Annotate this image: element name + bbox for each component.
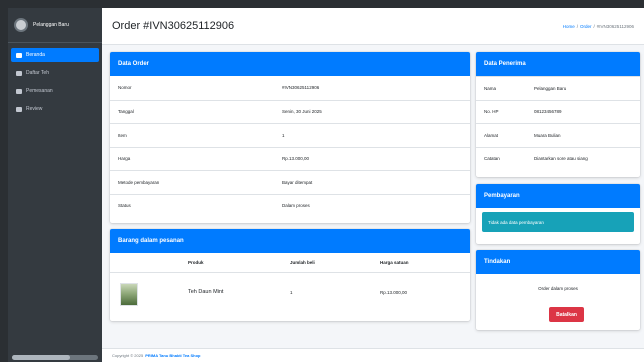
sidebar-item-beranda[interactable]: Beranda	[11, 48, 99, 62]
sidebar-scrollbar[interactable]	[12, 355, 98, 360]
page-header: Order #IVN30625112906 Home / Order / #IVN306…	[102, 8, 644, 45]
cart-icon	[16, 88, 22, 94]
order-items-header: Barang dalam pesanan	[110, 229, 470, 253]
row-value: Diantarkan sore atau siang	[534, 156, 588, 162]
table-row: Metode pembayaran Bayar ditempat	[110, 170, 470, 194]
user-avatar	[14, 18, 28, 32]
cancel-order-button[interactable]: Batalkan	[549, 307, 584, 322]
sidebar-item-label: Pemesanan	[26, 88, 53, 94]
star-icon	[16, 106, 22, 112]
row-value: 1	[282, 132, 285, 138]
table-row: Status Dalam proses	[110, 193, 470, 218]
sidebar-item-review[interactable]: Review	[11, 102, 99, 116]
table-row: Catatan Diantarkan sore atau siang	[476, 146, 640, 171]
table-row: Nomor #IVN30625112906	[110, 76, 470, 100]
row-value: #IVN30625112906	[282, 85, 320, 91]
page-title: Order #IVN30625112906	[112, 20, 235, 32]
order-table: Nomor #IVN30625112906 Tanggal Senin, 30 …	[110, 76, 470, 217]
payment-card-header: Pembayaran	[476, 184, 640, 208]
order-card: Data Order Nomor #IVN30625112906 Tanggal…	[110, 52, 470, 223]
row-value: Rp.13.000,00	[282, 156, 310, 162]
actions-card-header: Tindakan	[476, 250, 640, 274]
breadcrumb-separator: /	[593, 23, 595, 29]
user-name: Pelanggan Baru	[33, 22, 69, 28]
recipient-card: Data Penerima Nama Pelanggan Baru No. HP…	[476, 52, 640, 177]
home-icon	[16, 52, 22, 58]
row-label: Nama	[484, 85, 497, 91]
column-header-product: Produk	[188, 260, 204, 265]
product-qty: 1	[290, 290, 293, 295]
breadcrumb-order[interactable]: Order	[580, 24, 592, 29]
table-row: Tanggal Senin, 30 Juni 2025	[110, 99, 470, 124]
row-label: Alamat	[484, 132, 499, 138]
order-card-header: Data Order	[110, 52, 470, 76]
row-label: Nomor	[118, 85, 132, 91]
breadcrumb-current: #IVN30625112906	[596, 23, 634, 29]
column-header-qty: Jumlah beli	[290, 260, 315, 265]
copyright-text: Copyright © 2025	[112, 353, 144, 358]
breadcrumb-home[interactable]: Home	[563, 24, 575, 29]
row-value: 08123456789	[534, 109, 562, 115]
row-label: Status	[118, 203, 131, 209]
footer-link[interactable]: PRIMA Tanu Bhakti Tea Shop	[145, 353, 200, 358]
table-row: Item 1	[110, 123, 470, 147]
breadcrumb: Home / Order / #IVN30625112906	[563, 24, 634, 29]
row-label: Harga	[118, 156, 131, 162]
actions-card: Tindakan Order dalam proses Batalkan	[476, 250, 640, 330]
recipient-card-header: Data Penerima	[476, 52, 640, 76]
sidebar-user[interactable]: Pelanggan Baru	[8, 8, 102, 43]
divider	[110, 272, 470, 273]
order-items-card: Barang dalam pesanan Produk Jumlah beli …	[110, 229, 470, 321]
row-label: Tanggal	[118, 109, 134, 115]
table-row: No. HP 08123456789	[476, 99, 640, 124]
product-price: Rp.13.000,00	[380, 290, 408, 295]
row-value: Pelanggan Baru	[534, 85, 567, 91]
table-row: Alamat Muara Bulian	[476, 123, 640, 147]
sidebar-item-daftar-teh[interactable]: Daftar Teh	[11, 66, 99, 80]
row-label: Catatan	[484, 156, 500, 162]
order-status-text: Order dalam proses	[538, 286, 578, 291]
payment-notice: Tidak ada data pembayaran	[482, 212, 634, 232]
row-label: No. HP	[484, 109, 499, 115]
sidebar: Pelanggan Baru Beranda Daftar Teh Pemesa…	[8, 8, 102, 362]
row-value: Dalam proses	[282, 203, 310, 209]
row-value: Muara Bulian	[534, 132, 561, 138]
product-name: Teh Daun Mint	[188, 289, 224, 295]
column-header-price: Harga satuan	[380, 260, 409, 265]
main-content: Order #IVN30625112906 Home / Order / #IVN306…	[102, 8, 644, 362]
list-icon	[16, 70, 22, 76]
sidebar-item-pemesanan[interactable]: Pemesanan	[11, 84, 99, 98]
sidebar-item-label: Review	[26, 106, 43, 112]
sidebar-nav: Beranda Daftar Teh Pemesanan Review	[8, 43, 102, 125]
product-image	[120, 283, 138, 306]
sidebar-item-label: Daftar Teh	[26, 70, 49, 76]
page-footer: Copyright © 2025 PRIMA Tanu Bhakti Tea S…	[102, 348, 644, 362]
app-window: Pelanggan Baru Beranda Daftar Teh Pemesa…	[8, 8, 644, 362]
row-value: Bayar ditempat	[282, 179, 313, 185]
breadcrumb-separator: /	[576, 23, 579, 29]
row-label: Metode pembayaran	[118, 179, 160, 185]
table-row: Nama Pelanggan Baru	[476, 76, 640, 100]
sidebar-item-label: Beranda	[26, 52, 45, 58]
row-label: Item	[118, 132, 127, 138]
table-row: Harga Rp.13.000,00	[110, 146, 470, 171]
row-value: Senin, 30 Juni 2025	[282, 109, 322, 115]
payment-card: Pembayaran Tidak ada data pembayaran	[476, 184, 640, 244]
